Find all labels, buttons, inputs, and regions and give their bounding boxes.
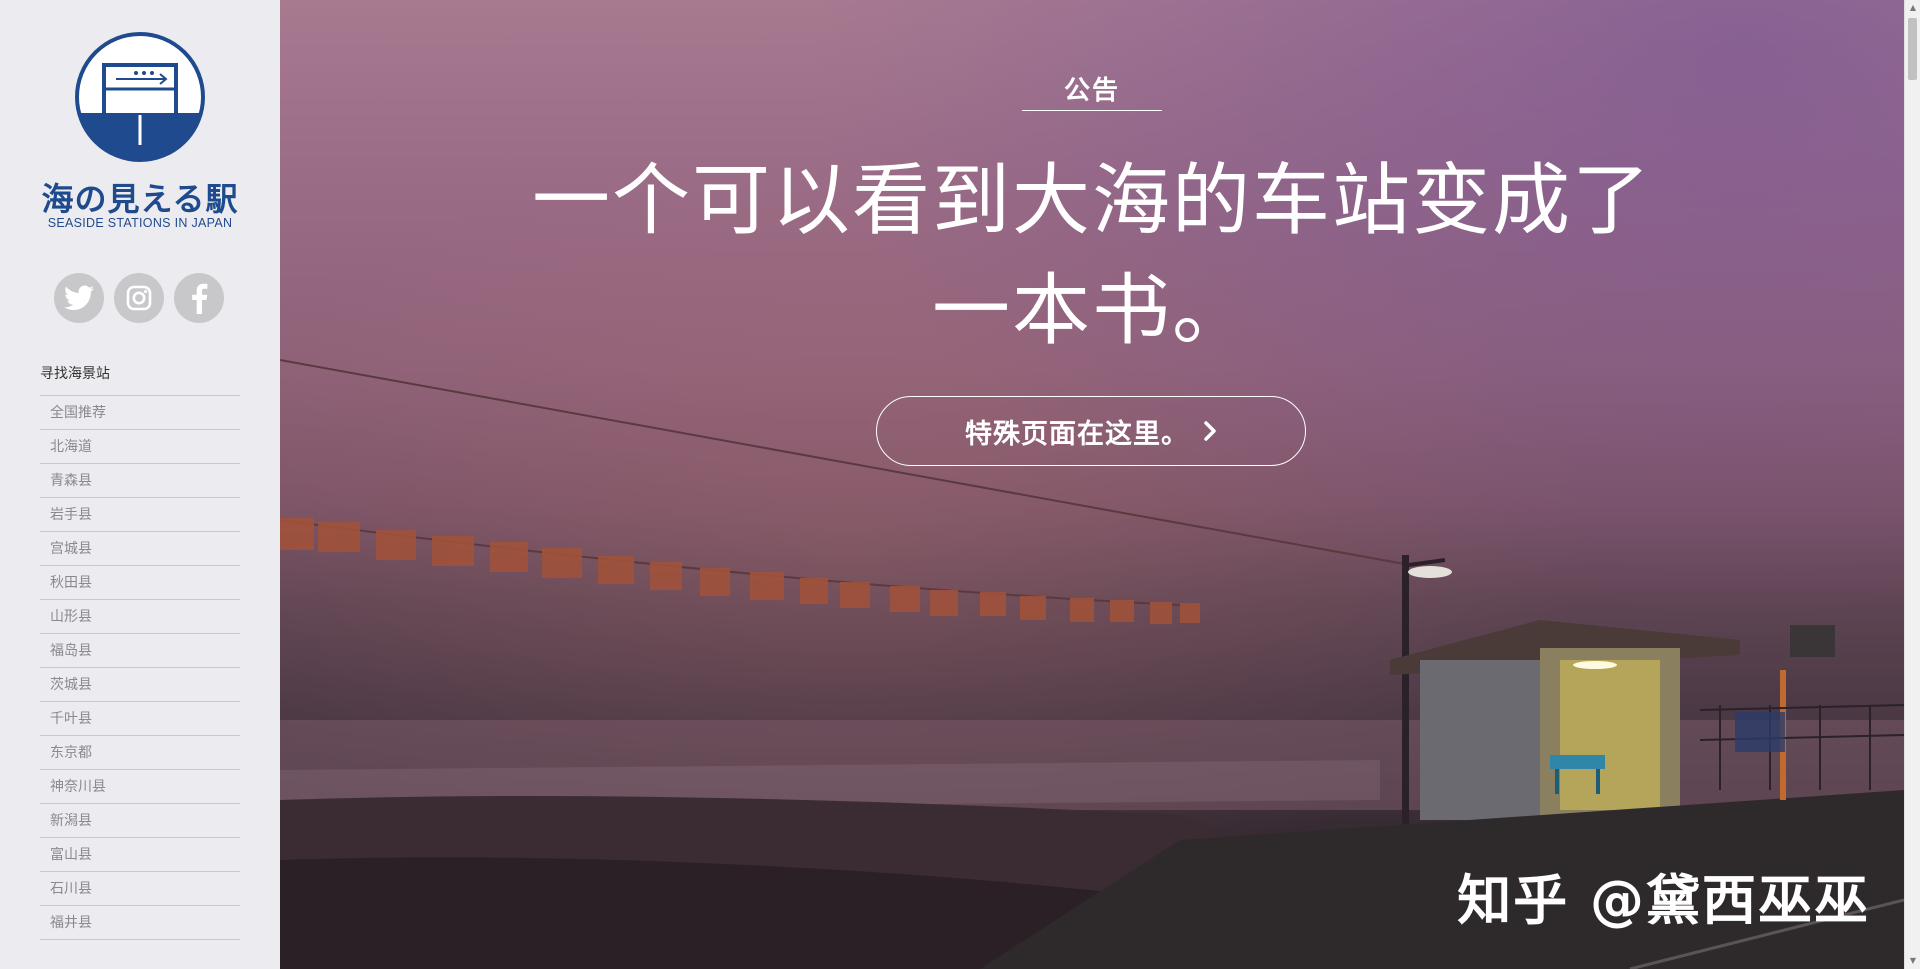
instagram-icon[interactable]	[114, 273, 164, 323]
notice-label: 公告	[1063, 76, 1120, 106]
nav-item[interactable]: 秋田县	[40, 566, 240, 600]
nav-item[interactable]: 东京都	[40, 736, 240, 770]
twitter-icon[interactable]	[54, 273, 104, 323]
nav-item[interactable]: 富山县	[40, 838, 240, 872]
hero-banner: 公告 一个可以看到大海的车站变成了 一本书。 特殊页面在这里。 知乎 @黛西巫巫	[280, 0, 1904, 969]
social-links	[54, 273, 224, 323]
scroll-thumb[interactable]	[1908, 18, 1917, 80]
prefecture-nav: 全国推荐 北海道 青森县 岩手县 宫城县 秋田县 山形县 福岛县 茨城县 千叶县…	[40, 395, 240, 940]
nav-item[interactable]: 青森县	[40, 464, 240, 498]
site-subtitle: SEASIDE STATIONS IN JAPAN	[47, 216, 233, 230]
site-title[interactable]: 海の見える駅	[0, 174, 280, 220]
chevron-right-icon	[1204, 421, 1216, 441]
nav-heading: 寻找海景站	[40, 366, 110, 382]
special-page-button[interactable]: 特殊页面在这里。	[876, 396, 1306, 466]
page-scrollbar[interactable]: ▲ ▼	[1904, 0, 1920, 969]
scroll-up-arrow-icon[interactable]: ▲	[1905, 0, 1920, 16]
nav-item[interactable]: 宫城县	[40, 532, 240, 566]
nav-item[interactable]: 全国推荐	[40, 396, 240, 430]
nav-item[interactable]: 山形县	[40, 600, 240, 634]
nav-item[interactable]: 石川县	[40, 872, 240, 906]
hero-headline: 一个可以看到大海的车站变成了 一本书。	[280, 146, 1904, 366]
nav-item[interactable]: 新潟县	[40, 804, 240, 838]
zhihu-watermark: 知乎 @黛西巫巫	[1457, 869, 1870, 932]
headline-line: 一本书。	[931, 266, 1252, 356]
nav-item[interactable]: 千叶县	[40, 702, 240, 736]
nav-item[interactable]: 茨城县	[40, 668, 240, 702]
cta-label: 特殊页面在这里。	[965, 418, 1189, 450]
nav-item[interactable]: 北海道	[40, 430, 240, 464]
sidebar: 海の見える駅 SEASIDE STATIONS IN JAPAN 寻找海景站 全…	[0, 0, 280, 969]
headline-line: 一个可以看到大海的车站变成了	[531, 156, 1652, 246]
notice-underline	[1022, 110, 1162, 111]
nav-item[interactable]: 福岛县	[40, 634, 240, 668]
nav-item[interactable]: 福井县	[40, 906, 240, 940]
facebook-icon[interactable]	[174, 273, 224, 323]
nav-item[interactable]: 神奈川县	[40, 770, 240, 804]
station-logo[interactable]	[74, 31, 206, 163]
scroll-down-arrow-icon[interactable]: ▼	[1905, 953, 1920, 969]
nav-item[interactable]: 岩手县	[40, 498, 240, 532]
